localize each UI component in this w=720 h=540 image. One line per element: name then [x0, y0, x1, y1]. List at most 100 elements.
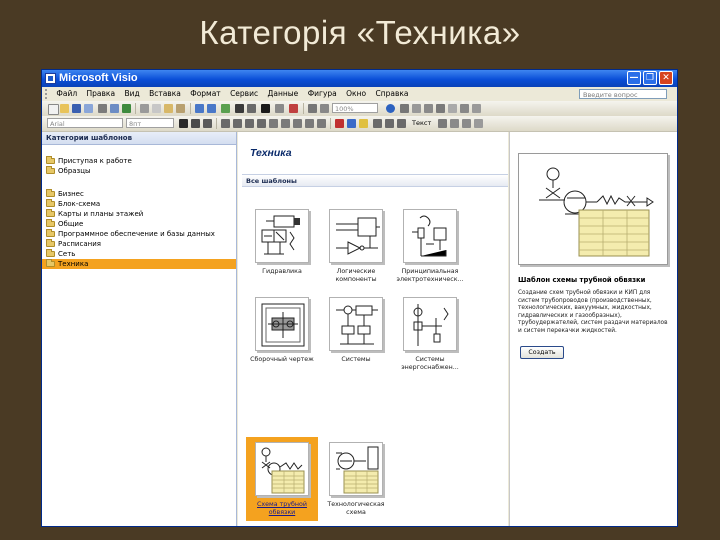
template-tile[interactable]: Гидравлика	[246, 204, 318, 288]
category-item[interactable]: Расписания	[42, 239, 236, 249]
shapes-icon[interactable]	[221, 104, 230, 113]
paste-icon[interactable]	[164, 104, 173, 113]
menu-data[interactable]: Данные	[267, 87, 298, 101]
category-item[interactable]: Сеть	[42, 249, 236, 259]
save-icon[interactable]	[72, 104, 81, 113]
folder-icon	[46, 229, 55, 237]
folder-icon	[46, 166, 55, 174]
menu-shape[interactable]: Фигура	[308, 87, 337, 101]
category-label: Общие	[58, 220, 84, 228]
minimize-button[interactable]: —	[627, 71, 641, 85]
category-item[interactable]: Бизнес	[42, 189, 236, 199]
template-tile[interactable]: Сборочный чертеж	[246, 292, 318, 376]
create-button[interactable]: Создать	[520, 346, 564, 359]
menu-file[interactable]: Файл	[56, 87, 77, 101]
menu-edit[interactable]: Правка	[87, 87, 116, 101]
font-color-icon[interactable]	[335, 119, 344, 128]
spacing-icon[interactable]	[462, 119, 471, 128]
category-item[interactable]: Приступая к работе	[42, 156, 236, 166]
size-position-icon[interactable]	[412, 104, 421, 113]
custom-properties-icon[interactable]	[448, 104, 457, 113]
connector-tool-icon[interactable]	[247, 104, 256, 113]
line-pattern-icon[interactable]	[385, 119, 394, 128]
font-select[interactable]: Arial	[47, 118, 123, 128]
ask-question-input[interactable]: Введите вопрос	[579, 89, 667, 99]
template-tile[interactable]: Системы энергоснабжен...	[394, 292, 466, 376]
decrease-indent-icon[interactable]	[269, 119, 278, 128]
category-label: Блок-схема	[58, 200, 101, 208]
justify-icon[interactable]	[257, 119, 266, 128]
template-tile[interactable]: Логические компоненты	[320, 204, 392, 288]
undo-icon[interactable]	[195, 104, 204, 113]
copy-icon[interactable]	[152, 104, 161, 113]
format-painter-icon[interactable]	[176, 104, 185, 113]
shape-data-icon[interactable]	[424, 104, 433, 113]
menu-format[interactable]: Формат	[190, 87, 220, 101]
visio-app-icon	[45, 73, 56, 84]
valign-bottom-icon[interactable]	[317, 119, 326, 128]
open-icon[interactable]	[60, 104, 69, 113]
redo-icon[interactable]	[207, 104, 216, 113]
text-label[interactable]: Текст	[412, 118, 431, 129]
line-ends-icon[interactable]	[397, 119, 406, 128]
menu-insert[interactable]: Вставка	[149, 87, 181, 101]
align-left-icon[interactable]	[221, 119, 230, 128]
category-item-selected[interactable]: Техника	[42, 259, 236, 269]
align-center-icon[interactable]	[233, 119, 242, 128]
underline-icon[interactable]	[203, 119, 212, 128]
pan-zoom-icon[interactable]	[400, 104, 409, 113]
valign-top-icon[interactable]	[293, 119, 302, 128]
pointer-tool-icon[interactable]	[235, 104, 244, 113]
print-icon[interactable]	[98, 104, 107, 113]
menu-tools[interactable]: Сервис	[230, 87, 258, 101]
hydraulics-icon	[255, 209, 309, 263]
increase-indent-icon[interactable]	[281, 119, 290, 128]
category-item[interactable]: Общие	[42, 219, 236, 229]
template-label: Системы	[341, 356, 371, 363]
template-tile[interactable]: Принципиальная электротехническ...	[394, 204, 466, 288]
drawing-explorer-icon[interactable]	[460, 104, 469, 113]
permission-icon[interactable]	[84, 104, 93, 113]
stamp-icon[interactable]	[320, 104, 329, 113]
italic-icon[interactable]	[191, 119, 200, 128]
category-item[interactable]: Образцы	[42, 166, 236, 176]
font-size-select[interactable]: 8пт	[126, 118, 174, 128]
toolbar-options-icon[interactable]	[474, 119, 483, 128]
align-right-icon[interactable]	[245, 119, 254, 128]
help-icon[interactable]	[386, 104, 395, 113]
category-item[interactable]: Блок-схема	[42, 199, 236, 209]
layer-icon[interactable]	[436, 104, 445, 113]
maximize-button[interactable]: ❐	[643, 71, 657, 85]
line-weight-icon[interactable]	[373, 119, 382, 128]
shadow-icon[interactable]	[438, 119, 447, 128]
valign-middle-icon[interactable]	[305, 119, 314, 128]
electrical-schematic-icon	[403, 209, 457, 263]
text-tool-icon[interactable]	[261, 104, 270, 113]
bold-icon[interactable]	[179, 119, 188, 128]
standard-toolbar: 100%	[42, 101, 677, 117]
menu-bar: Файл Правка Вид Вставка Формат Сервис Да…	[42, 87, 677, 101]
spelling-icon[interactable]	[122, 104, 131, 113]
template-tile-selected[interactable]: Схема трубной обвязки	[246, 437, 318, 521]
menu-help[interactable]: Справка	[375, 87, 408, 101]
drawing-tools-icon[interactable]	[275, 104, 284, 113]
rotate-icon[interactable]	[289, 104, 298, 113]
connection-point-icon[interactable]	[308, 104, 317, 113]
fill-color-icon[interactable]	[359, 119, 368, 128]
category-item[interactable]: Программное обеспечение и базы данных	[42, 229, 236, 239]
template-tile[interactable]: Системы	[320, 292, 392, 376]
menu-window[interactable]: Окно	[346, 87, 366, 101]
new-icon[interactable]	[48, 104, 59, 115]
corner-rounding-icon[interactable]	[450, 119, 459, 128]
toolbar-options-icon[interactable]	[472, 104, 481, 113]
cut-icon[interactable]	[140, 104, 149, 113]
zoom-select[interactable]: 100%	[332, 103, 378, 113]
category-item[interactable]: Карты и планы этажей	[42, 209, 236, 219]
template-tile[interactable]: Технологическая схема	[320, 437, 392, 521]
line-color-icon[interactable]	[347, 119, 356, 128]
preview-icon[interactable]	[110, 104, 119, 113]
close-button[interactable]: ✕	[659, 71, 673, 85]
folder-icon	[46, 259, 55, 267]
category-label: Сеть	[58, 250, 76, 258]
menu-view[interactable]: Вид	[124, 87, 139, 101]
